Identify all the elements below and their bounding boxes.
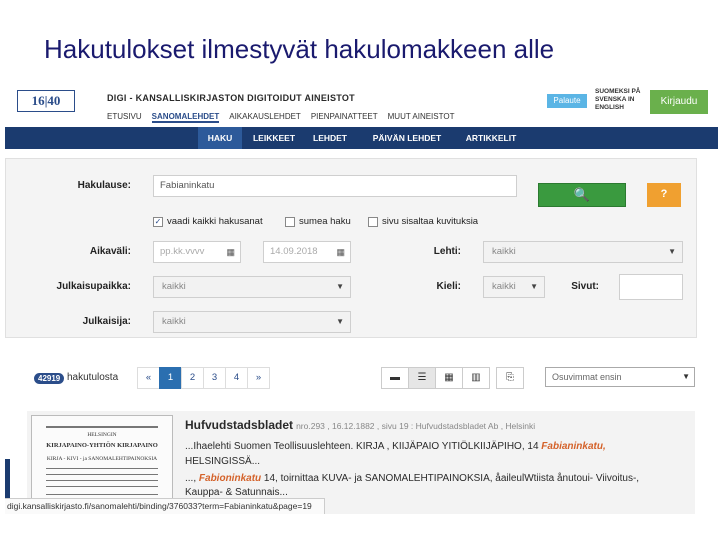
query-label: Hakulause: (77, 180, 131, 191)
date-from-placeholder: pp.kk.vvvv (160, 246, 205, 257)
nav-etusivu[interactable]: ETUSIVU (107, 112, 142, 123)
snippet-highlight: Fabioninkatu (198, 473, 262, 484)
search-icon: 🔍 (573, 187, 591, 202)
chevron-down-icon: ▼ (336, 282, 344, 291)
thumbnail-rule (46, 486, 158, 487)
thumbnail-rule (46, 468, 158, 469)
publisher-value: kaikki (162, 316, 186, 327)
result-snippet-line: ..., Fabioninkatu 14, toirnittaa KUVA- j… (185, 473, 639, 484)
login-button[interactable]: Kirjaudu (650, 90, 708, 114)
publisher-select[interactable]: kaikki ▼ (153, 311, 351, 333)
place-select[interactable]: kaikki ▼ (153, 276, 351, 298)
view-grid-icon[interactable]: ▦ (435, 367, 463, 389)
checkbox-fuzzy[interactable]: sumea haku (285, 216, 351, 227)
checkbox-icon (368, 216, 378, 227)
pager-prev[interactable]: « (137, 367, 160, 389)
place-value: kaikki (162, 281, 186, 292)
checkbox-all-words[interactable]: ✓ vaadi kaikki hakusanat (153, 216, 263, 227)
pager-page-1[interactable]: 1 (159, 367, 182, 389)
slide-title: Hakutulokset ilmestyvät hakulomakkeen al… (44, 34, 555, 64)
tab-leikkeet[interactable]: LEIKKEET (245, 127, 303, 149)
logo[interactable]: 16|40 (17, 90, 75, 112)
thumbnail-text: HELSINGIN (87, 432, 117, 438)
snippet-text: ...Ihaelehti Suomen Teollisuuslehteen. K… (185, 441, 542, 452)
view-mode-buttons: ▬ ☰ ▦ ▥ ⎘ (381, 367, 524, 389)
thumbnail-rule (46, 474, 158, 475)
checkbox-images[interactable]: sivu sisaltaa kuvituksia (368, 216, 478, 227)
main-nav: ETUSIVU SANOMALEHDET AIKAKAUSLEHDET PIEN… (107, 112, 454, 123)
pager-page-3[interactable]: 3 (203, 367, 226, 389)
checkbox-icon (285, 216, 295, 227)
pagination: « 1 2 3 4 » (137, 367, 270, 389)
tab-artikkelit[interactable]: ARTIKKELIT (459, 127, 523, 149)
paper-label: Lehti: (433, 246, 461, 257)
result-title[interactable]: Hufvudstadsbladet nro.293 , 16.12.1882 ,… (185, 418, 535, 432)
browser-status-url: digi.kansalliskirjasto.fi/sanomalehti/bi… (5, 498, 325, 514)
publisher-label: Julkaisija: (82, 316, 131, 327)
page-edge-marker (5, 459, 10, 501)
thumbnail-text: KIRJAPAINO-YHTIÖN KIRJAPAINO (46, 442, 158, 449)
tab-lehdet[interactable]: LEHDET (305, 127, 355, 149)
pager-page-2[interactable]: 2 (181, 367, 204, 389)
chevron-down-icon: ▼ (682, 372, 690, 381)
date-to-input[interactable]: 14.09.2018 ▦ (263, 241, 351, 263)
result-snippet-line: HELSINGISSÄ... (185, 456, 261, 467)
sub-nav: HAKU LEIKKEET LEHDET PÄIVÄN LEHDET ARTIK… (5, 127, 718, 149)
tab-paivan-lehdet[interactable]: PÄIVÄN LEHDET (357, 127, 457, 149)
checkbox-images-label: sivu sisaltaa kuvituksia (382, 216, 479, 227)
thumbnail-rule (46, 480, 158, 481)
query-input[interactable]: Fabianinkatu (153, 175, 517, 197)
thumbnail-rule (46, 494, 158, 495)
result-paper-name: Hufvudstadsbladet (185, 418, 294, 432)
export-icon[interactable]: ⎘ (496, 367, 524, 389)
language-label: Kieli: (436, 281, 461, 292)
view-chart-icon[interactable]: ▥ (462, 367, 490, 389)
site-title[interactable]: DIGI - KANSALLISKIRJASTON DIGITOIDUT AIN… (107, 93, 355, 103)
site-header: 16|40 DIGI - KANSALLISKIRJASTON DIGITOID… (5, 84, 718, 124)
paper-value: kaikki (492, 246, 516, 257)
pages-input[interactable] (619, 274, 683, 300)
thumbnail-text: KIRJA - KIVI - ja SANOMALEHTIPAINOKSIA (46, 456, 158, 462)
checkbox-fuzzy-label: sumea haku (299, 216, 351, 227)
chevron-down-icon: ▼ (668, 247, 676, 256)
view-list-icon[interactable]: ☰ (408, 367, 436, 389)
tab-haku[interactable]: HAKU (198, 127, 242, 149)
nav-sanomalehdet[interactable]: SANOMALEHDET (151, 112, 220, 123)
result-meta: nro.293 , 16.12.1882 , sivu 19 : Hufvuds… (296, 421, 536, 431)
result-count-badge: 42919 (34, 373, 65, 384)
daterange-label: Aikaväli: (89, 246, 131, 257)
checkbox-all-words-label: vaadi kaikki hakusanat (167, 216, 263, 227)
calendar-icon[interactable]: ▦ (336, 242, 345, 262)
result-snippet-line: ...Ihaelehti Suomen Teollisuuslehteen. K… (185, 441, 606, 452)
sort-select[interactable]: Osuvimmat ensin ▼ (545, 367, 695, 387)
browser-screenshot: 16|40 DIGI - KANSALLISKIRJASTON DIGITOID… (5, 84, 718, 514)
help-button[interactable]: ? (647, 183, 681, 207)
calendar-icon[interactable]: ▦ (226, 242, 235, 262)
sort-value: Osuvimmat ensin (552, 372, 622, 382)
language-selector[interactable]: SUOMEKSI PÅ SVENSKA IN ENGLISH (595, 88, 641, 112)
snippet-highlight: Fabianinkatu, (541, 441, 606, 452)
thumbnail-rule (46, 426, 158, 428)
result-count-label: hakutulosta (67, 372, 119, 383)
feedback-button[interactable]: Palaute (547, 94, 587, 108)
pages-label: Sivut: (571, 281, 599, 292)
date-to-value: 14.09.2018 (270, 246, 318, 257)
search-button[interactable]: 🔍 (538, 183, 626, 207)
nav-aikakauslehdet[interactable]: AIKAKAUSLEHDET (229, 112, 301, 123)
snippet-text: ..., (185, 473, 199, 484)
pager-next[interactable]: » (247, 367, 270, 389)
chevron-down-icon: ▼ (336, 317, 344, 326)
result-thumbnail[interactable]: HELSINGIN KIRJAPAINO-YHTIÖN KIRJAPAINO K… (31, 415, 173, 511)
pager-page-4[interactable]: 4 (225, 367, 248, 389)
place-label: Julkaisupaikka: (56, 281, 131, 292)
nav-pienpainatteet[interactable]: PIENPAINATTEET (311, 112, 378, 123)
view-compact-icon[interactable]: ▬ (381, 367, 409, 389)
nav-muut-aineistot[interactable]: MUUT AINEISTOT (388, 112, 455, 123)
snippet-text: 14, toirnittaa KUVA- ja SANOMALEHTIPAINO… (261, 473, 640, 484)
paper-select[interactable]: kaikki ▼ (483, 241, 683, 263)
checkbox-checked-icon: ✓ (153, 216, 163, 227)
date-from-input[interactable]: pp.kk.vvvv ▦ (153, 241, 241, 263)
help-icon: ? (660, 188, 668, 200)
result-snippet-line: Kauppa- & Satunnais... (185, 487, 288, 498)
